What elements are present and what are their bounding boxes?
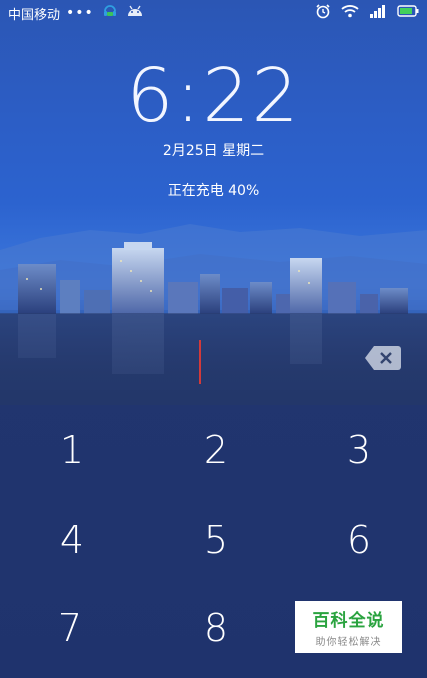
watermark-subtitle: 助你轻松解决 (315, 637, 382, 648)
battery-icon (397, 5, 419, 21)
android-icon (126, 4, 144, 22)
signal-icon (369, 4, 387, 22)
key-3[interactable]: 3 (309, 410, 409, 490)
baike-watermark: 百科全说 助你轻松解决 (295, 601, 402, 653)
status-icons-right (315, 3, 419, 23)
backspace-icon[interactable] (364, 344, 402, 372)
key-5[interactable]: 5 (166, 500, 266, 580)
pin-entry-area[interactable] (0, 313, 427, 405)
wifi-icon (341, 4, 359, 22)
key-4[interactable]: 4 (22, 500, 122, 580)
alarm-icon (315, 3, 331, 23)
key-2[interactable]: 2 (166, 410, 266, 490)
text-cursor (199, 340, 201, 384)
lock-clock: 6:22 (126, 53, 301, 139)
headset-message-icon (102, 3, 118, 23)
key-8[interactable]: 8 (166, 588, 266, 668)
lock-date: 2月25日 星期二 (162, 143, 265, 159)
watermark-title: 百科全说 (312, 611, 385, 631)
carrier-name: 中国移动 (8, 7, 61, 23)
lock-screen: 中国移动 ••• 6:22 2月25日 星期二 正在充电 40% 1 2 3 4… (0, 0, 427, 678)
key-1[interactable]: 1 (22, 410, 122, 490)
notification-dots: ••• (66, 5, 94, 21)
key-7[interactable]: 7 (20, 588, 120, 668)
key-6[interactable]: 6 (309, 500, 409, 580)
status-bar: 中国移动 ••• (0, 0, 427, 26)
